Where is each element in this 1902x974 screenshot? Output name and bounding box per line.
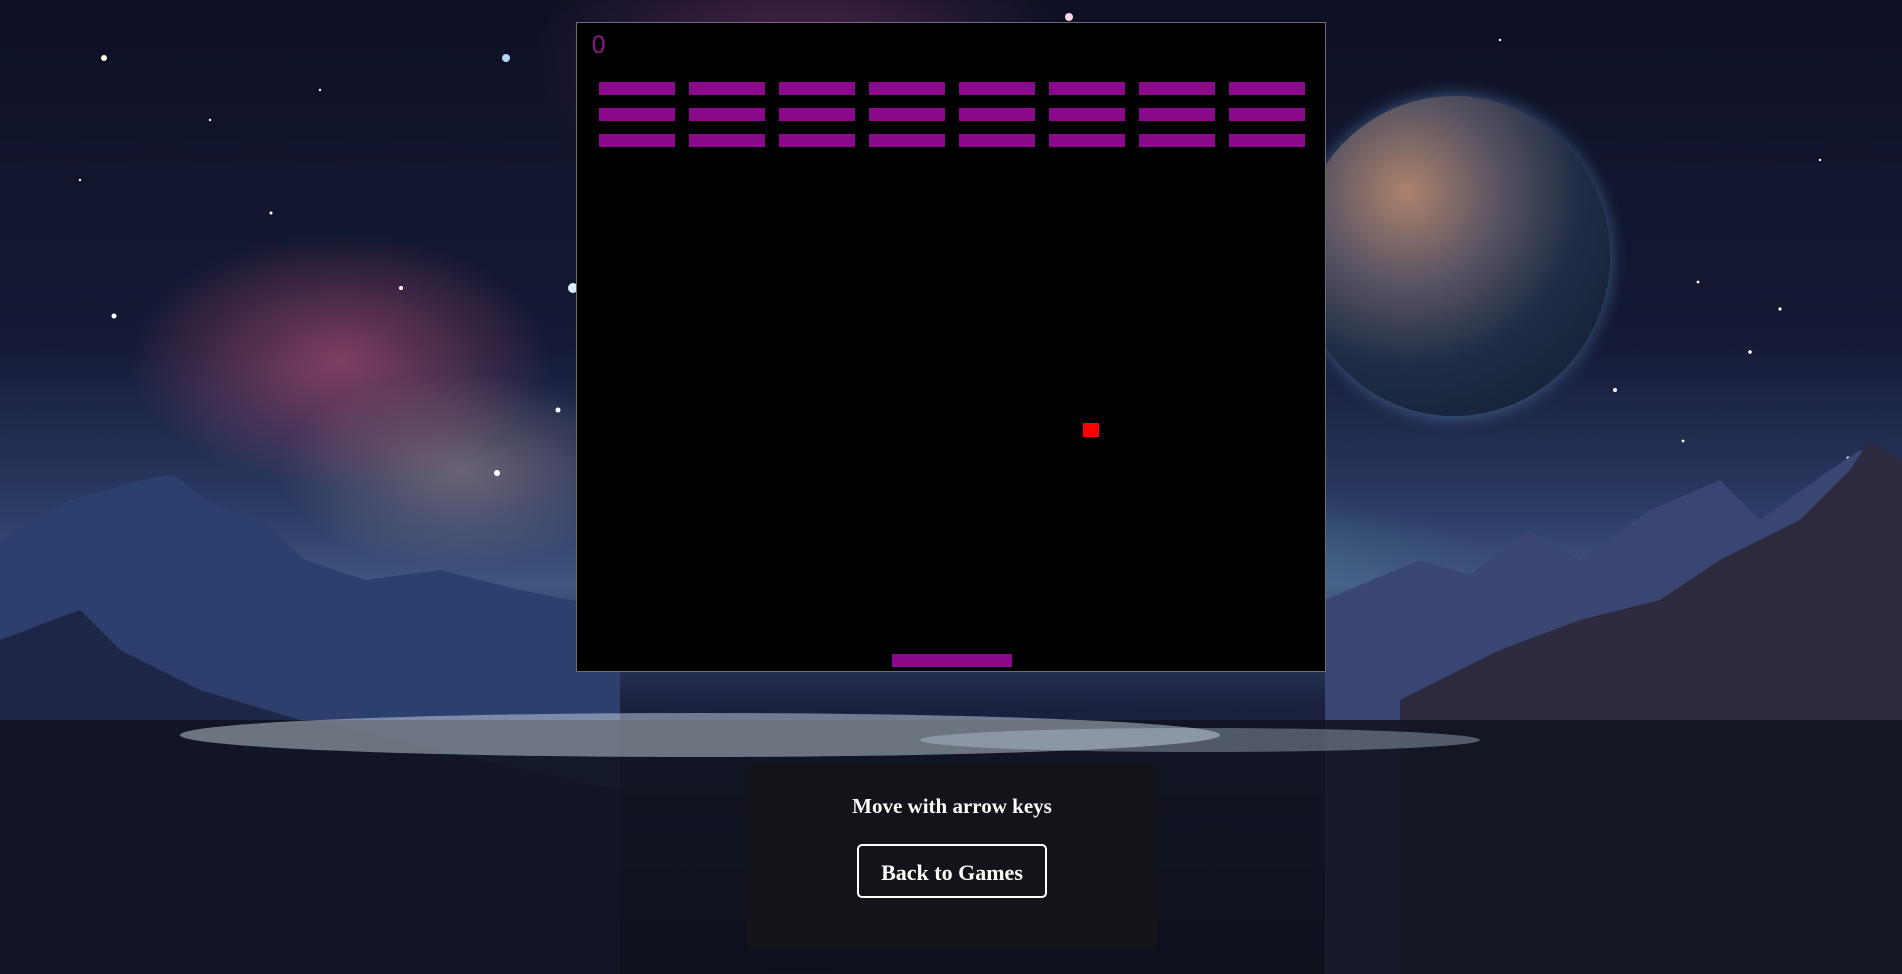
brick bbox=[689, 82, 765, 95]
brick bbox=[779, 134, 855, 147]
brick bbox=[869, 108, 945, 121]
paddle[interactable] bbox=[892, 654, 1012, 667]
brick bbox=[689, 134, 765, 147]
brick bbox=[1229, 82, 1305, 95]
planet-background bbox=[1298, 96, 1610, 416]
brick bbox=[1139, 108, 1215, 121]
brick bbox=[1139, 134, 1215, 147]
breakout-game-canvas[interactable]: 0 bbox=[576, 22, 1326, 672]
brick bbox=[1049, 108, 1125, 121]
brick bbox=[599, 134, 675, 147]
brick bbox=[1229, 108, 1305, 121]
brick bbox=[1049, 134, 1125, 147]
instructions-text: Move with arrow keys bbox=[852, 794, 1052, 818]
score-display: 0 bbox=[591, 31, 607, 59]
brick bbox=[959, 134, 1035, 147]
brick bbox=[1049, 82, 1125, 95]
brick bbox=[869, 134, 945, 147]
brick bbox=[689, 108, 765, 121]
brick bbox=[959, 108, 1035, 121]
brick bbox=[599, 108, 675, 121]
brick bbox=[959, 82, 1035, 95]
ball bbox=[1083, 423, 1099, 437]
brick bbox=[779, 108, 855, 121]
brick bbox=[869, 82, 945, 95]
brick bbox=[1139, 82, 1215, 95]
controls-panel: Move with arrow keys Back to Games bbox=[746, 763, 1158, 949]
back-to-games-button[interactable]: Back to Games bbox=[857, 844, 1047, 898]
brick bbox=[1229, 134, 1305, 147]
brick bbox=[779, 82, 855, 95]
brick bbox=[599, 82, 675, 95]
brick-grid bbox=[599, 82, 1305, 147]
